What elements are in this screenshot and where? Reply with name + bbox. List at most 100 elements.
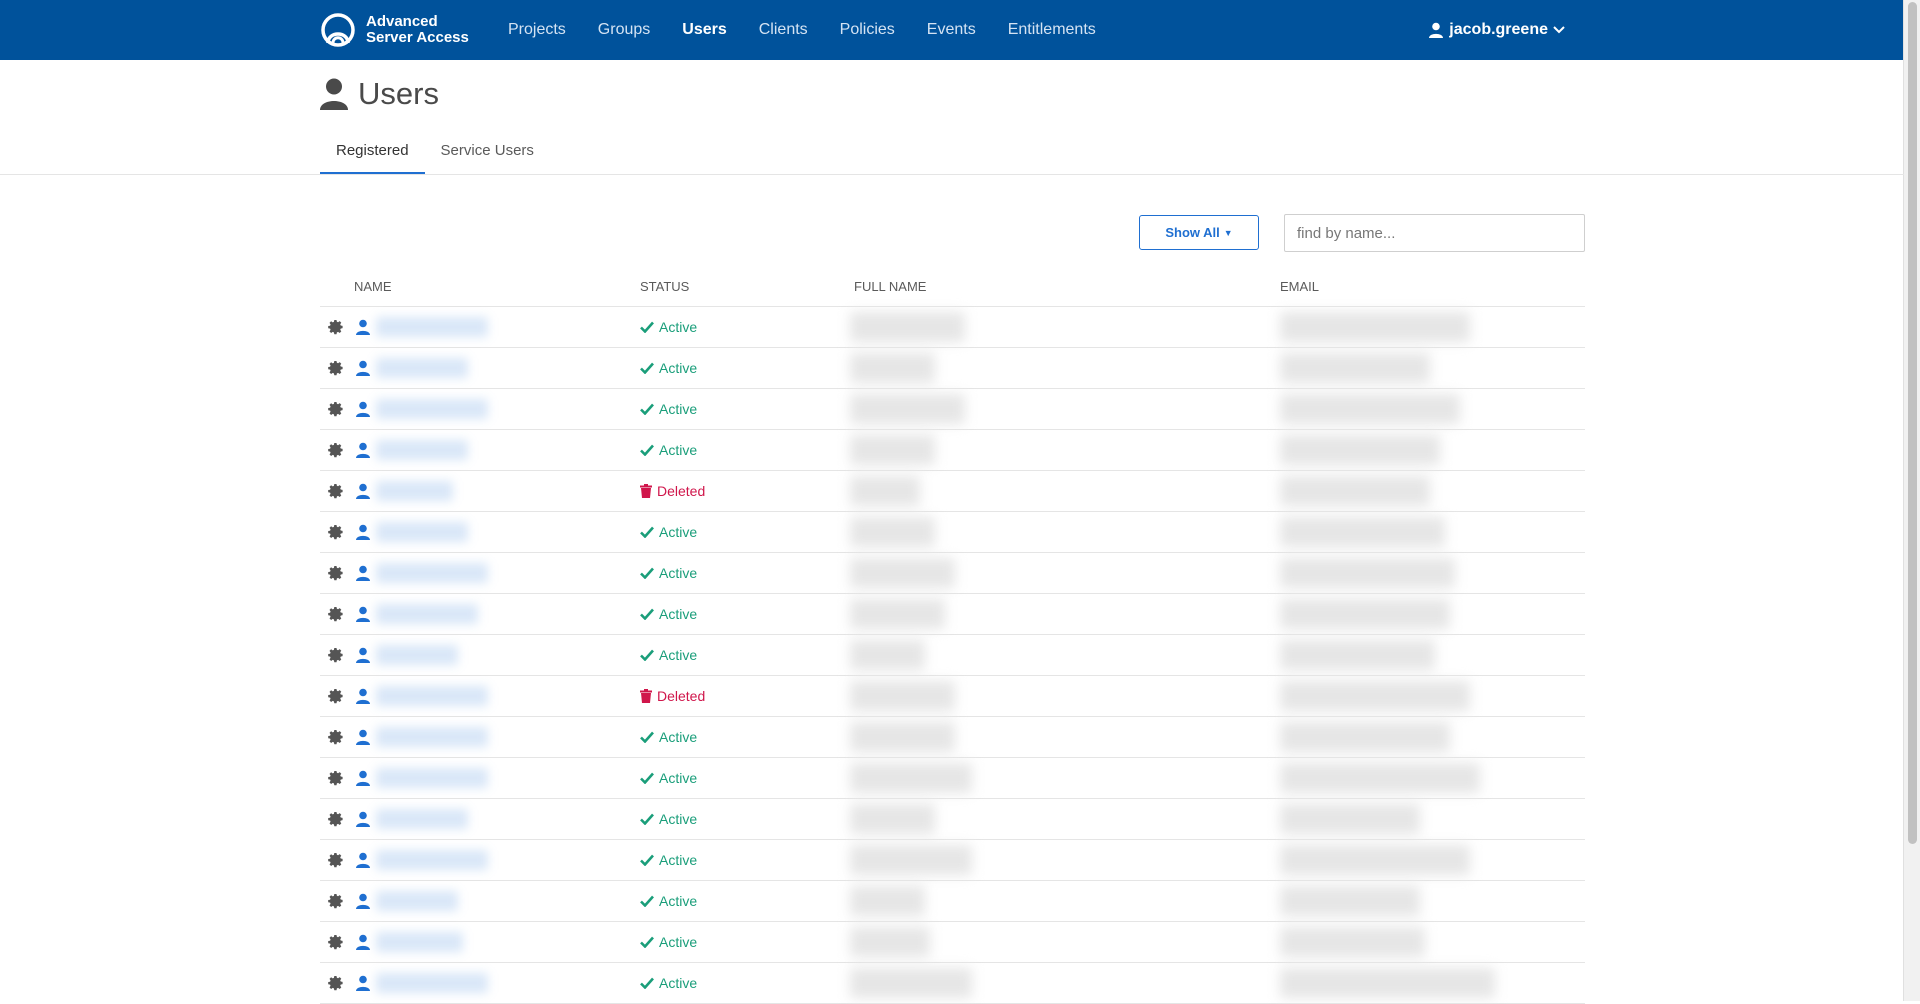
email-cell bbox=[1280, 840, 1500, 880]
nav-groups[interactable]: Groups bbox=[598, 21, 650, 39]
page-title: Users bbox=[320, 76, 439, 112]
tab-service-users[interactable]: Service Users bbox=[425, 134, 550, 174]
table-row[interactable]: Active bbox=[320, 348, 1585, 389]
user-menu[interactable]: jacob.greene bbox=[1429, 0, 1571, 60]
table-row[interactable]: Active bbox=[320, 922, 1585, 963]
table-row[interactable]: Active bbox=[320, 430, 1585, 471]
table-row[interactable]: Deleted bbox=[320, 471, 1585, 512]
email-cell bbox=[1280, 922, 1500, 962]
user-name-link[interactable] bbox=[376, 809, 468, 829]
user-name-link[interactable] bbox=[376, 440, 468, 460]
brand[interactable]: Advanced Server Access bbox=[320, 13, 469, 47]
gear-icon[interactable] bbox=[328, 471, 344, 511]
table-row[interactable]: Active bbox=[320, 389, 1585, 430]
brand-name-line1: Advanced bbox=[366, 13, 438, 30]
nav-events[interactable]: Events bbox=[927, 21, 976, 39]
user-name-link[interactable] bbox=[376, 481, 453, 501]
tab-registered[interactable]: Registered bbox=[320, 134, 425, 174]
column-header-full-name[interactable]: FULL NAME bbox=[854, 279, 926, 294]
user-name-link[interactable] bbox=[376, 563, 488, 583]
gear-icon[interactable] bbox=[328, 881, 344, 921]
trash-icon bbox=[640, 689, 657, 703]
user-name-link[interactable] bbox=[376, 686, 488, 706]
status-cell: Active bbox=[640, 430, 697, 470]
full-name-cell bbox=[850, 922, 972, 962]
table-row[interactable]: Active bbox=[320, 758, 1585, 799]
redacted-full-name bbox=[850, 558, 955, 588]
table-row[interactable]: Active bbox=[320, 799, 1585, 840]
gear-icon[interactable] bbox=[328, 799, 344, 839]
gear-icon[interactable] bbox=[328, 307, 344, 347]
gear-icon[interactable] bbox=[328, 512, 344, 552]
column-header-name[interactable]: NAME bbox=[354, 279, 392, 294]
table-row[interactable]: Active bbox=[320, 594, 1585, 635]
user-name-link[interactable] bbox=[376, 317, 488, 337]
user-name-link[interactable] bbox=[376, 645, 458, 665]
user-icon bbox=[320, 78, 348, 110]
nav-policies[interactable]: Policies bbox=[840, 21, 895, 39]
gear-icon[interactable] bbox=[328, 389, 344, 429]
user-name-link[interactable] bbox=[376, 768, 488, 788]
user-tabs: Registered Service Users bbox=[320, 134, 550, 174]
email-cell bbox=[1280, 307, 1500, 347]
checkmark-icon bbox=[640, 321, 659, 333]
column-header-email[interactable]: EMAIL bbox=[1280, 279, 1319, 294]
user-icon bbox=[356, 881, 370, 921]
nav-entitlements[interactable]: Entitlements bbox=[1008, 21, 1096, 39]
column-header-status[interactable]: STATUS bbox=[640, 279, 689, 294]
user-name-link[interactable] bbox=[376, 973, 488, 993]
table-row[interactable]: Active bbox=[320, 717, 1585, 758]
checkmark-icon bbox=[640, 362, 659, 374]
full-name-cell bbox=[850, 799, 972, 839]
redacted-email bbox=[1280, 886, 1420, 916]
user-icon bbox=[356, 635, 370, 675]
nav-users[interactable]: Users bbox=[682, 21, 726, 39]
gear-icon[interactable] bbox=[328, 963, 344, 1003]
gear-icon[interactable] bbox=[328, 717, 344, 757]
email-cell bbox=[1280, 471, 1500, 511]
nav-clients[interactable]: Clients bbox=[759, 21, 808, 39]
status-label: Active bbox=[659, 442, 698, 458]
gear-icon[interactable] bbox=[328, 553, 344, 593]
table-row[interactable]: Active bbox=[320, 512, 1585, 553]
full-name-cell bbox=[850, 676, 972, 716]
gear-icon[interactable] bbox=[328, 348, 344, 388]
user-name-link[interactable] bbox=[376, 891, 458, 911]
gear-icon[interactable] bbox=[328, 594, 344, 634]
user-name-link[interactable] bbox=[376, 604, 478, 624]
gear-icon[interactable] bbox=[328, 758, 344, 798]
status-cell: Active bbox=[640, 512, 697, 552]
email-cell bbox=[1280, 963, 1500, 1003]
user-name-link[interactable] bbox=[376, 932, 463, 952]
user-name-link[interactable] bbox=[376, 399, 488, 419]
table-row[interactable]: Active bbox=[320, 553, 1585, 594]
user-name-link[interactable] bbox=[376, 727, 488, 747]
gear-icon[interactable] bbox=[328, 430, 344, 470]
user-name-link[interactable] bbox=[376, 522, 468, 542]
user-name-cell bbox=[376, 553, 488, 593]
table-row[interactable]: Deleted bbox=[320, 676, 1585, 717]
page-scrollbar[interactable] bbox=[1903, 0, 1920, 1001]
user-name-link[interactable] bbox=[376, 850, 488, 870]
nav-projects[interactable]: Projects bbox=[508, 21, 566, 39]
scrollbar-thumb[interactable] bbox=[1908, 2, 1917, 844]
table-row[interactable]: Active bbox=[320, 881, 1585, 922]
gear-icon[interactable] bbox=[328, 635, 344, 675]
user-name-link[interactable] bbox=[376, 358, 468, 378]
redacted-full-name bbox=[850, 394, 965, 424]
gear-icon[interactable] bbox=[328, 676, 344, 716]
checkmark-icon bbox=[640, 567, 659, 579]
table-row[interactable]: Active bbox=[320, 635, 1585, 676]
table-body: Active Active Active Active Deleted Acti… bbox=[320, 307, 1585, 1004]
show-all-dropdown-button[interactable]: Show All ▼ bbox=[1139, 215, 1259, 250]
search-input[interactable] bbox=[1284, 214, 1585, 252]
table-row[interactable]: Active bbox=[320, 963, 1585, 1004]
table-row[interactable]: Active bbox=[320, 840, 1585, 881]
gear-icon[interactable] bbox=[328, 922, 344, 962]
status-cell: Active bbox=[640, 922, 697, 962]
user-icon bbox=[356, 922, 370, 962]
table-row[interactable]: Active bbox=[320, 307, 1585, 348]
redacted-email bbox=[1280, 845, 1470, 875]
status-cell: Active bbox=[640, 840, 697, 880]
gear-icon[interactable] bbox=[328, 840, 344, 880]
